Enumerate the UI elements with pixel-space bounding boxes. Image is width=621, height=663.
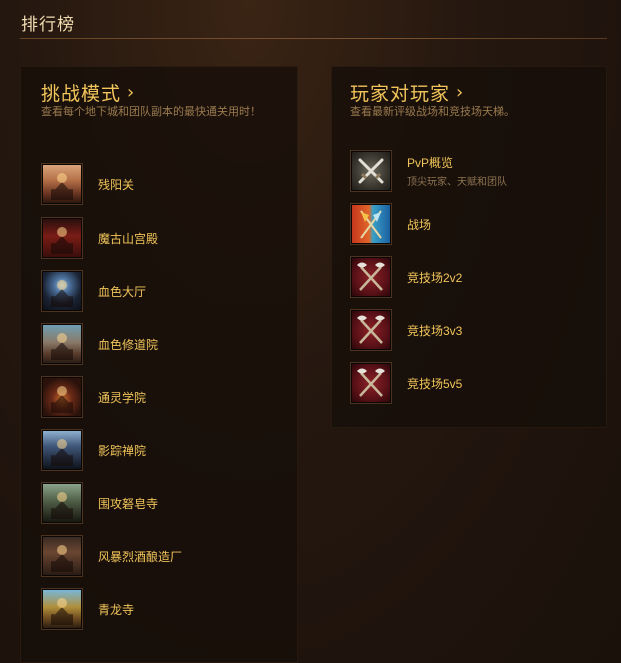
dungeon-thumbnail xyxy=(42,536,82,576)
dungeon-item[interactable]: 围攻砮皂寺 xyxy=(42,483,282,523)
title-divider xyxy=(20,38,607,39)
challenge-mode-heading-link[interactable]: 挑战模式 › xyxy=(41,79,135,106)
dungeon-thumbnail xyxy=(42,483,82,523)
pvp-item-sublabel: 顶尖玩家、天赋和团队 xyxy=(407,177,507,188)
dungeon-item[interactable]: 影踪禅院 xyxy=(42,430,282,470)
dungeon-item[interactable]: 通灵学院 xyxy=(42,377,282,417)
dungeon-item[interactable]: 血色大厅 xyxy=(42,271,282,311)
dungeon-item[interactable]: 魔古山宫殿 xyxy=(42,218,282,258)
dungeon-thumbnail xyxy=(42,377,82,417)
crossed-swords-icon xyxy=(351,151,391,191)
challenge-mode-panel: 挑战模式 › 查看每个地下城和团队副本的最快通关用时！ 残阳关 魔古山宫殿 血色… xyxy=(20,66,298,663)
pvp-item-label: 战场 xyxy=(407,217,432,232)
pvp-item-arena-2v2[interactable]: 竞技场2v2 xyxy=(351,257,591,297)
crossed-axes-icon xyxy=(351,310,391,350)
dungeon-thumbnail xyxy=(42,218,82,258)
pvp-item-label: 竞技场5v5 xyxy=(407,376,463,391)
crossed-axes-icon xyxy=(351,363,391,403)
dungeon-label: 青龙寺 xyxy=(98,602,135,617)
dungeon-label: 影踪禅院 xyxy=(98,443,147,458)
crossed-axes-icon xyxy=(351,257,391,297)
pvp-item-label: 竞技场2v2 xyxy=(407,270,463,285)
pvp-description: 查看最新评级战场和竞技场天梯。 xyxy=(350,106,515,118)
faction-banners-icon xyxy=(351,204,391,244)
pvp-item-overview[interactable]: PvP概览 顶尖玩家、天赋和团队 xyxy=(351,151,591,191)
page-title: 排行榜 xyxy=(21,15,75,34)
pvp-heading-link[interactable]: 玩家对玩家 › xyxy=(350,79,464,106)
dungeon-thumbnail xyxy=(42,271,82,311)
dungeon-item[interactable]: 青龙寺 xyxy=(42,589,282,629)
dungeon-label: 围攻砮皂寺 xyxy=(98,496,159,511)
pvp-item-arena-3v3[interactable]: 竞技场3v3 xyxy=(351,310,591,350)
dungeon-thumbnail xyxy=(42,589,82,629)
pvp-item-label: PvP概览 xyxy=(407,156,454,170)
dungeon-thumbnail xyxy=(42,324,82,364)
dungeon-item[interactable]: 残阳关 xyxy=(42,164,282,204)
chevron-right-icon: › xyxy=(127,82,136,103)
pvp-heading: 玩家对玩家 xyxy=(350,84,451,105)
dungeon-label: 血色修道院 xyxy=(98,337,159,352)
dungeon-label: 通灵学院 xyxy=(98,390,147,405)
pvp-item-arena-5v5[interactable]: 竞技场5v5 xyxy=(351,363,591,403)
dungeon-item[interactable]: 风暴烈酒酿造厂 xyxy=(42,536,282,576)
dungeon-label: 血色大厅 xyxy=(98,284,147,299)
dungeon-thumbnail xyxy=(42,164,82,204)
pvp-item-label: 竞技场3v3 xyxy=(407,323,463,338)
pvp-item-battlegrounds[interactable]: 战场 xyxy=(351,204,591,244)
dungeon-label: 风暴烈酒酿造厂 xyxy=(98,549,183,564)
challenge-mode-heading: 挑战模式 xyxy=(41,84,122,105)
dungeon-label: 魔古山宫殿 xyxy=(98,231,159,246)
dungeon-item[interactable]: 血色修道院 xyxy=(42,324,282,364)
dungeon-thumbnail xyxy=(42,430,82,470)
challenge-mode-description: 查看每个地下城和团队副本的最快通关用时！ xyxy=(41,106,261,118)
pvp-panel: 玩家对玩家 › 查看最新评级战场和竞技场天梯。 PvP概览 顶尖玩家、天赋和团队 xyxy=(331,66,607,428)
dungeon-label: 残阳关 xyxy=(98,177,135,192)
chevron-right-icon: › xyxy=(456,82,465,103)
